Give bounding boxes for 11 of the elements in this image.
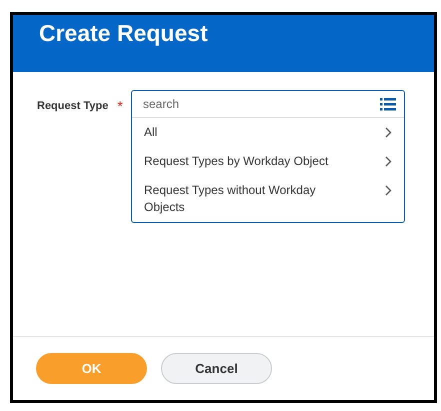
dropdown-option[interactable]: Request Types by Workday Object [132,147,404,176]
chevron-right-icon [385,185,392,196]
cancel-button[interactable]: Cancel [161,353,272,384]
chevron-right-icon [385,156,392,167]
field-label: Request Type [37,100,108,112]
dialog-title: Create Request [39,20,209,47]
list-icon[interactable] [380,98,396,110]
chevron-right-icon [385,127,392,138]
required-mark: * [117,100,123,112]
dropdown-option[interactable]: All [132,118,404,147]
dropdown-option[interactable]: Request Types without Workday Objects [132,176,404,222]
